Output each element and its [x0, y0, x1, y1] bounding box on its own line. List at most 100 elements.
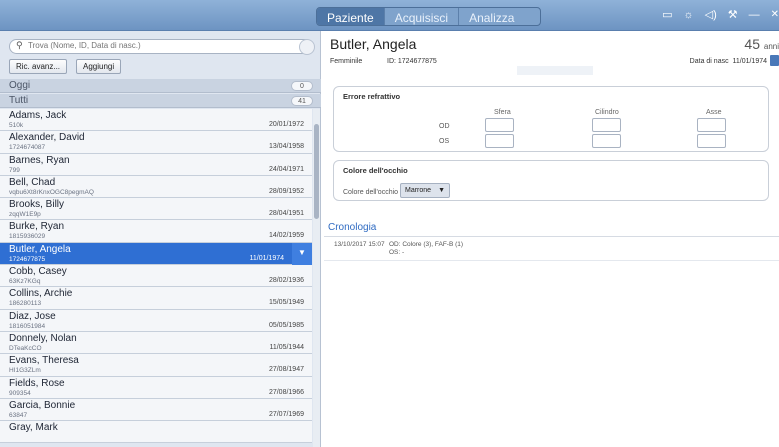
monitor-icon[interactable]: ▭ — [662, 9, 672, 21]
patient-gender: Femminile — [330, 58, 363, 65]
eye-color-card: Colore dell'occhio Colore dell'occhio Ma… — [333, 160, 769, 201]
eye-color-select[interactable]: Marrone ▼ — [400, 183, 451, 198]
patient-row-name: Garcia, Bonnie — [9, 399, 76, 411]
patient-row-name: Butler, Angela — [9, 243, 71, 255]
patient-row-name: Burke, Ryan — [9, 221, 65, 233]
history-entry-od: OD: Colore (3), FAF-B (1) — [389, 241, 464, 248]
patient-row-name: Gray, Mark — [9, 422, 58, 434]
patient-row[interactable]: Barnes, Ryan 799 24/04/1971 — [0, 153, 312, 176]
os-cilindro-input[interactable] — [592, 134, 621, 148]
age-value: 45 — [744, 36, 760, 52]
tab-analizza[interactable]: Analizza — [459, 8, 540, 25]
patient-row-name: Donnely, Nolan — [9, 332, 77, 344]
brightness-icon[interactable]: ☼ — [684, 9, 694, 21]
os-asse-input[interactable] — [697, 134, 726, 148]
patient-row-id: 63Kz7KGq — [9, 278, 41, 286]
os-sfera-input[interactable] — [485, 134, 514, 148]
eye-color-title: Colore dell'occhio — [343, 166, 408, 175]
patient-row-name: Collins, Archie — [9, 288, 73, 300]
refraction-card: Errore refrattivo Sfera Cilindro Asse OD… — [333, 86, 769, 152]
patient-row-dob: 28/02/1936 — [268, 277, 304, 285]
row-od: OD — [439, 123, 450, 130]
group-all[interactable]: Tutti 41 — [0, 94, 321, 108]
patient-row-dob: 24/04/1971 — [268, 165, 304, 173]
patient-row[interactable]: Cobb, Casey 63Kz7KGq 28/02/1936 — [0, 265, 312, 288]
patient-row-name: Cobb, Casey — [9, 266, 67, 278]
patient-row-dob: 14/02/1959 — [268, 232, 304, 240]
patient-row-id: vqbu6Xt8rKnxOGC8pegmAQ — [9, 188, 94, 196]
minimize-icon[interactable]: — — [749, 9, 760, 21]
age-unit: anni — [763, 42, 779, 51]
wrench-icon[interactable]: ⚒ — [728, 9, 738, 21]
patient-row-name: Alexander, David — [9, 132, 85, 144]
patient-row[interactable]: Alexander, David 1724674087 13/04/1958 — [0, 131, 312, 154]
col-sfera: Sfera — [494, 109, 511, 116]
patient-name: Butler, Angela — [330, 36, 417, 52]
close-icon[interactable]: ✕ — [771, 9, 779, 21]
patient-row-dob: 15/05/1949 — [268, 299, 304, 307]
patient-list-scrollbar[interactable] — [313, 109, 320, 447]
eye-color-label: Colore dell'occhio — [343, 189, 399, 196]
advanced-search-button[interactable]: Ric. avanz... — [9, 59, 68, 74]
search-button[interactable] — [299, 39, 315, 55]
patient-row[interactable]: Adams, Jack 510k 20/01/1972 — [0, 109, 312, 132]
patient-row-dob: 28/04/1951 — [268, 210, 304, 218]
history-entry-os: OS: - — [389, 249, 405, 256]
patient-row-dob: 20/01/1972 — [268, 121, 304, 128]
patient-row[interactable]: Evans, Theresa HI1G3ZLm 27/08/1947 — [0, 354, 312, 377]
od-cilindro-input[interactable] — [592, 118, 621, 132]
od-sfera-input[interactable] — [485, 118, 514, 132]
history-title: Cronologia — [328, 222, 377, 233]
top-bar: Paziente Acquisisci Analizza ▭ ☼ ◁) ⚒ — … — [0, 0, 779, 31]
patient-row[interactable]: Garcia, Bonnie 63847 27/07/1969 — [0, 398, 312, 422]
calendar-icon[interactable] — [770, 55, 779, 66]
add-patient-button[interactable]: Aggiungi — [76, 59, 122, 74]
patient-row-id: 63847 — [9, 411, 28, 419]
patient-row-id: 1724674087 — [9, 144, 46, 152]
patient-row[interactable]: Diaz, Jose 1816051984 05/05/1985 — [0, 309, 312, 332]
tab-paziente[interactable]: Paziente — [317, 8, 385, 25]
patient-row-name: Adams, Jack — [9, 110, 67, 121]
patient-row[interactable]: Bell, Chad vqbu6Xt8rKnxOGC8pegmAQ 28/09/19… — [0, 175, 312, 199]
patient-sidebar: ⚲ Ric. avanz... Aggiungi Oggi 0 Tutti 41… — [0, 31, 321, 447]
patient-row-name: Barnes, Ryan — [9, 154, 70, 166]
patient-row-id: 909354 — [9, 389, 31, 397]
patient-row-dob: 27/07/1969 — [268, 410, 304, 418]
patient-row[interactable]: Butler, Angela 1724677875 11/01/1974 ▼ — [0, 242, 312, 266]
patient-row[interactable]: Gray, Mark — [0, 421, 312, 444]
patient-row-id: 799 — [9, 166, 20, 174]
patient-age: 45 anni — [744, 36, 779, 52]
patient-row[interactable]: Brooks, Billy zqqW1E9p 28/04/1951 — [0, 198, 312, 221]
row-menu-chevron-icon[interactable]: ▼ — [292, 242, 312, 265]
group-today-count: 0 — [291, 81, 313, 91]
patient-row-id: DTeaKcCO — [9, 344, 42, 352]
patient-row[interactable]: Collins, Archie 186280113 15/05/1949 — [0, 287, 312, 310]
patient-row-dob: 11/01/1974 — [249, 254, 284, 262]
patient-row-id: 186280113 — [9, 300, 42, 308]
patient-row-name: Brooks, Billy — [9, 199, 65, 211]
group-all-count: 41 — [291, 96, 313, 106]
scrollbar-thumb[interactable] — [314, 124, 319, 219]
history-entry-divider — [324, 260, 779, 261]
history-entry-detail[interactable]: OD: Colore (3), FAF-B (1) OS: - — [389, 241, 463, 257]
history-entry-date[interactable]: 13/10/2017 15:07 — [334, 241, 385, 248]
search-icon: ⚲ — [16, 40, 23, 50]
patient-row-id: zqqW1E9p — [9, 211, 41, 219]
window-controls: ▭ ☼ ◁) ⚒ — ✕ — [662, 9, 779, 21]
search-input[interactable] — [28, 41, 278, 50]
od-asse-input[interactable] — [697, 118, 726, 132]
patient-list: Adams, Jack 510k 20/01/1972 Alexander, Davi… — [0, 109, 312, 444]
patient-row[interactable]: Fields, Rose 909354 27/08/1966 — [0, 376, 312, 399]
tab-acquisisci[interactable]: Acquisisci — [385, 8, 460, 25]
history-divider — [324, 236, 779, 237]
patient-row[interactable]: Donnely, Nolan DTeaKcCO 11/05/1944 — [0, 331, 312, 355]
group-today[interactable]: Oggi 0 — [0, 79, 321, 93]
patient-row[interactable]: Burke, Ryan 1815936029 14/02/1959 — [0, 220, 312, 243]
patient-row-dob: 27/08/1966 — [268, 388, 304, 396]
group-today-label: Oggi — [9, 80, 31, 91]
volume-icon[interactable]: ◁) — [705, 9, 717, 21]
row-os: OS — [439, 138, 450, 145]
main-tabs: Paziente Acquisisci Analizza — [316, 7, 542, 26]
patient-row-id: 1724677875 — [9, 255, 46, 263]
patient-row-id: 1816051984 — [9, 322, 46, 330]
